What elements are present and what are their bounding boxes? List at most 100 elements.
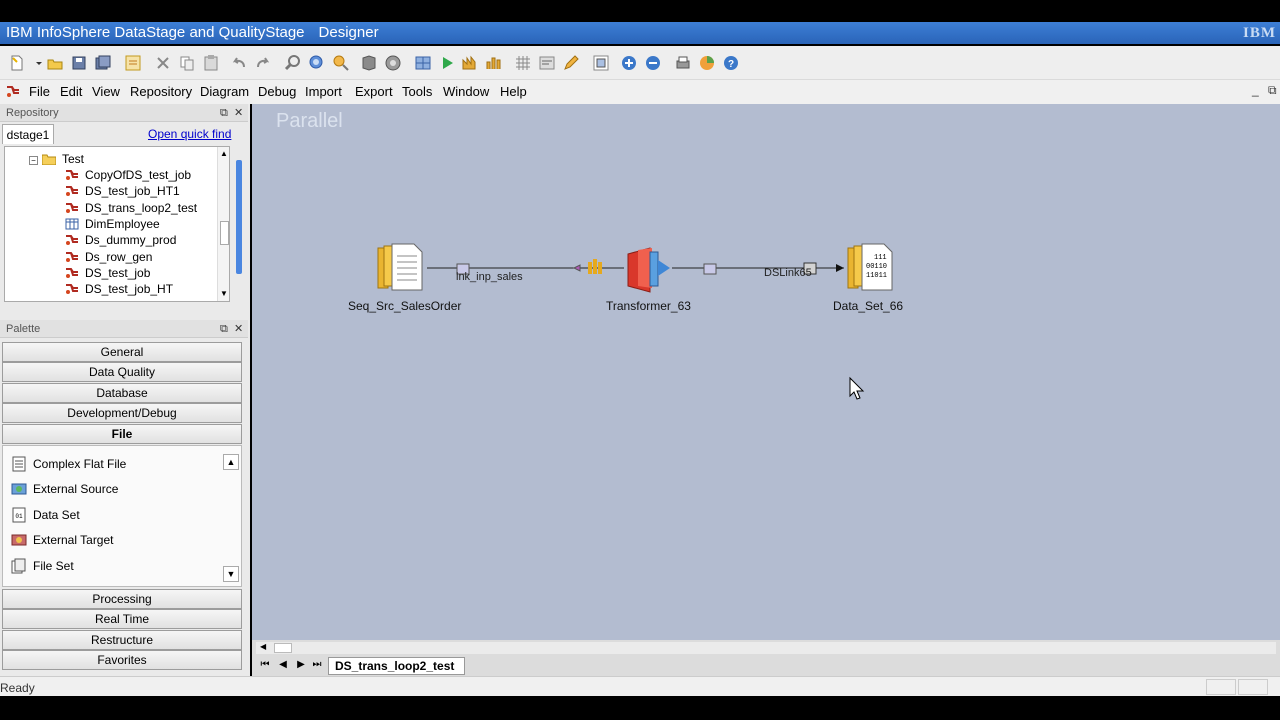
menu-repository[interactable]: Repository <box>130 84 192 99</box>
palette-scroll-down-icon[interactable]: ▼ <box>223 566 239 582</box>
palette-category-restructure[interactable]: Restructure <box>2 630 242 650</box>
job-properties-icon[interactable] <box>124 54 142 72</box>
palette-category-favorites[interactable]: Favorites <box>2 650 242 670</box>
stage-source-label[interactable]: Seq_Src_SalesOrder <box>348 299 461 313</box>
canvas-scroll-thumb[interactable] <box>274 643 292 653</box>
job-tab-ds-trans-loop2-test[interactable]: DS_trans_loop2_test <box>328 657 466 675</box>
scroll-left-icon[interactable]: ◀ <box>260 642 266 651</box>
menu-import[interactable]: Import <box>305 84 342 99</box>
last-tab-icon[interactable]: ⏭ <box>310 658 324 672</box>
job-icon <box>65 234 79 246</box>
paste-icon[interactable] <box>202 54 220 72</box>
copy-icon[interactable] <box>178 54 196 72</box>
find-replace-icon[interactable] <box>332 54 350 72</box>
save-icon[interactable] <box>70 54 88 72</box>
zoom-out-icon[interactable] <box>644 54 662 72</box>
tree-item[interactable]: DS_test_job_HT <box>65 281 173 297</box>
tree-folder-test[interactable]: − Test <box>29 151 84 167</box>
repository-close-icon[interactable]: ✕ <box>234 104 243 122</box>
stage-target-label[interactable]: Data_Set_66 <box>833 299 903 313</box>
tree-item[interactable]: DS_test_job <box>65 265 150 281</box>
palette-category-general[interactable]: General <box>2 342 242 362</box>
tree-item[interactable]: DS_test_job_HT1 <box>65 183 180 199</box>
open-icon[interactable] <box>46 54 64 72</box>
tree-item-label: DS_test_job_HT1 <box>85 184 180 199</box>
find-icon[interactable] <box>308 54 326 72</box>
tree-folder-label: Test <box>62 152 85 166</box>
next-tab-icon[interactable]: ▶ <box>294 658 308 672</box>
pencil-icon[interactable] <box>562 54 580 72</box>
palette-category-development-debug[interactable]: Development/Debug <box>2 403 242 423</box>
menu-file[interactable]: File <box>29 84 50 99</box>
director-icon[interactable] <box>460 54 478 72</box>
run-icon[interactable] <box>438 54 456 72</box>
cut-icon[interactable] <box>154 54 172 72</box>
palette-float-icon[interactable]: ⧉ <box>220 320 228 338</box>
palette-scroll-up-icon[interactable]: ▲ <box>223 454 239 470</box>
palette-item-complex-flat-file[interactable]: Complex Flat File <box>11 455 126 473</box>
panel-splitter[interactable] <box>236 160 242 274</box>
undo-icon[interactable] <box>230 54 248 72</box>
palette-category-processing[interactable]: Processing <box>2 589 242 609</box>
print-icon[interactable] <box>674 54 692 72</box>
status-cell-1 <box>1206 679 1236 695</box>
tree-scrollbar[interactable]: ▲ ▼ <box>217 147 229 301</box>
palette-item-data-set[interactable]: 01 Data Set <box>11 506 80 524</box>
save-all-icon[interactable] <box>94 54 112 72</box>
snap-to-grid-icon[interactable] <box>514 54 532 72</box>
palette-category-data-quality[interactable]: Data Quality <box>2 362 242 382</box>
new-icon[interactable] <box>8 54 26 72</box>
palette-category-database[interactable]: Database <box>2 383 242 403</box>
open-quick-find-link[interactable]: Open quick find <box>148 127 231 141</box>
canvas-horizontal-scrollbar[interactable]: ◀ <box>256 642 1276 654</box>
palette-toggle-icon[interactable] <box>592 54 610 72</box>
first-tab-icon[interactable]: ⏮ <box>258 658 272 672</box>
tree-item[interactable]: DimEmployee <box>65 216 160 232</box>
repository-tab[interactable]: dstage1 <box>2 124 54 144</box>
previous-tab-icon[interactable]: ◀ <box>276 658 290 672</box>
repository-float-icon[interactable]: ⧉ <box>220 104 228 122</box>
tree-item[interactable]: CopyOfDS_test_job <box>65 167 191 183</box>
annotation-icon[interactable] <box>538 54 556 72</box>
app-menu-icon[interactable] <box>6 84 20 98</box>
zoom-in-icon[interactable] <box>620 54 638 72</box>
tree-item[interactable]: Ds_dummy_prod <box>65 232 176 248</box>
scroll-up-icon[interactable]: ▲ <box>220 149 228 158</box>
restore-child-icon[interactable]: ⧉ <box>1268 83 1277 98</box>
menu-view[interactable]: View <box>92 84 120 99</box>
tree-item[interactable]: DS_trans_loop2_test <box>65 200 197 216</box>
stage-transformer-label[interactable]: Transformer_63 <box>606 299 691 313</box>
palette-close-icon[interactable]: ✕ <box>234 320 243 338</box>
menu-diagram[interactable]: Diagram <box>200 84 249 99</box>
compile-icon[interactable] <box>360 54 378 72</box>
job-design-canvas[interactable]: Parallel 111 00110 11011 lnk_inp_sales D… <box>252 104 1280 640</box>
palette-category-file[interactable]: File <box>2 424 242 444</box>
palette-header: Palette ⧉ ✕ <box>0 320 248 338</box>
menu-export[interactable]: Export <box>355 84 393 99</box>
analyze-icon[interactable] <box>484 54 502 72</box>
collapse-icon[interactable]: − <box>29 156 38 165</box>
link-output-label[interactable]: DSLink65 <box>764 267 812 279</box>
menu-tools[interactable]: Tools <box>402 84 432 99</box>
multiple-compile-icon[interactable] <box>384 54 402 72</box>
grid-view-icon[interactable] <box>414 54 432 72</box>
redo-icon[interactable] <box>254 54 272 72</box>
palette-item-external-source[interactable]: External Source <box>11 480 118 498</box>
tree-item[interactable]: Ds_row_gen <box>65 249 152 265</box>
menu-debug[interactable]: Debug <box>258 84 296 99</box>
palette-category-real-time[interactable]: Real Time <box>2 609 242 629</box>
chart-pie-icon[interactable] <box>698 54 716 72</box>
menu-window[interactable]: Window <box>443 84 489 99</box>
zoom-icon[interactable] <box>284 54 302 72</box>
palette-item-external-target[interactable]: External Target <box>11 531 114 549</box>
minimize-child-icon[interactable]: _ <box>1252 83 1259 97</box>
job-tab-strip: ◀ ⏮ ◀ ▶ ⏭ DS_trans_loop2_test <box>252 640 1280 676</box>
help-icon[interactable]: ? <box>722 54 740 72</box>
tree-scroll-thumb[interactable] <box>220 221 229 245</box>
menu-help[interactable]: Help <box>500 84 527 99</box>
new-dropdown-icon[interactable] <box>30 54 42 72</box>
menu-edit[interactable]: Edit <box>60 84 82 99</box>
link-input-label[interactable]: lnk_inp_sales <box>456 271 523 283</box>
scroll-down-icon[interactable]: ▼ <box>220 289 228 298</box>
palette-item-file-set[interactable]: File Set <box>11 557 74 575</box>
